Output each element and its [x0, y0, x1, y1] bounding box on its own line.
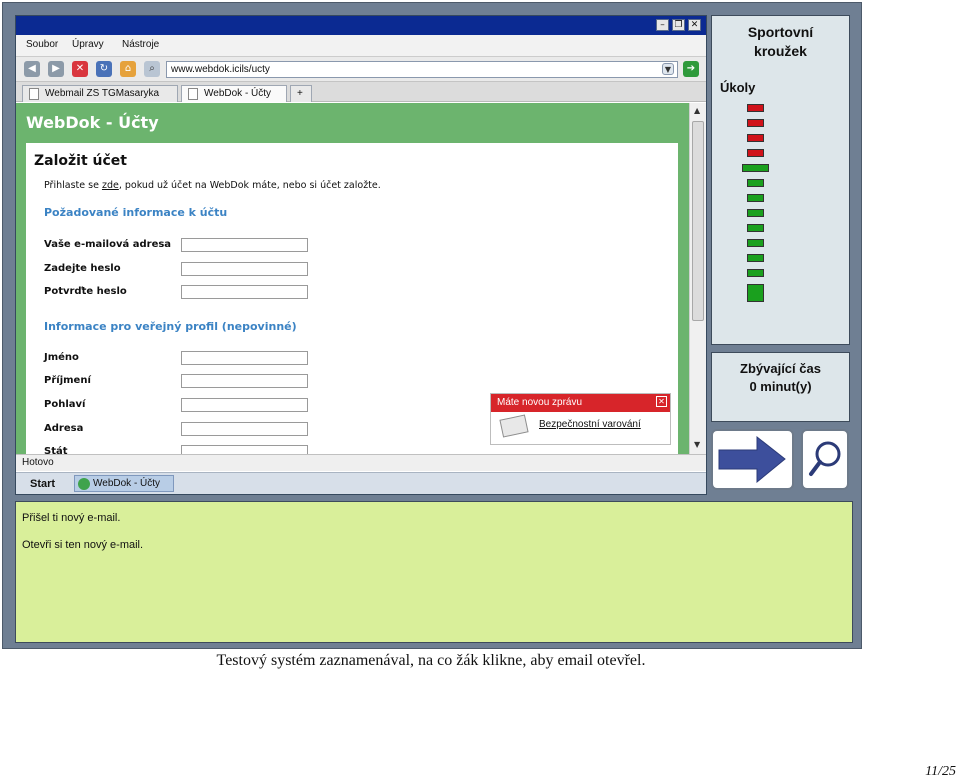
activity-title-line2: kroužek — [754, 43, 807, 59]
login-intro: Přihlaste se zde, pokud už účet na WebDo… — [44, 180, 381, 191]
country-field[interactable] — [181, 445, 308, 454]
magnifier-icon — [809, 441, 841, 476]
task-marker — [747, 104, 764, 112]
task-marker — [747, 224, 764, 232]
chevron-down-icon[interactable]: ▼ — [662, 63, 674, 75]
section-optional: Informace pro veřejný profil (nepovinné) — [44, 320, 297, 333]
tab-bar: Webmail ZS TGMasaryka WebDok - Účty + — [16, 82, 706, 102]
taskbar-item-label: WebDok - Účty — [93, 478, 161, 489]
last-name-label: Příjmení — [44, 375, 91, 386]
document-icon — [29, 88, 39, 100]
tab-label: Webmail ZS TGMasaryka — [45, 88, 160, 99]
navigation-bar: ◀ ▶ ✕ ↻ ⌂ ⌕ www.webdok.icils/ucty ▼ ➔ — [16, 57, 706, 82]
menu-nastroje[interactable]: Nástroje — [122, 39, 159, 50]
task-marker — [742, 164, 769, 172]
popup-title-text: Máte novou zprávu — [497, 397, 583, 408]
stop-icon[interactable]: ✕ — [72, 61, 88, 77]
title-bar: – ❐ ✕ — [16, 16, 706, 35]
password-confirm-field[interactable] — [181, 285, 308, 299]
next-button[interactable] — [711, 429, 794, 490]
minimize-icon[interactable]: – — [656, 19, 669, 31]
time-label: Zbývající čas — [740, 361, 821, 376]
tasks-panel: Sportovní kroužek Úkoly — [711, 15, 850, 345]
tab-label: WebDok - Účty — [204, 88, 272, 99]
search-icon[interactable]: ⌕ — [144, 61, 160, 77]
envelope-icon — [499, 414, 529, 438]
scroll-thumb[interactable] — [692, 121, 704, 321]
taskbar-item-webdok[interactable]: WebDok - Účty — [74, 475, 174, 492]
new-tab-button[interactable]: + — [290, 85, 312, 102]
task-marker — [747, 194, 764, 202]
status-bar: Hotovo — [16, 454, 706, 471]
email-field[interactable] — [181, 238, 308, 252]
password-label: Zadejte heslo — [44, 263, 121, 274]
instruction-box: Přišel ti nový e-mail. Otevři si ten nov… — [15, 501, 853, 643]
section-required: Požadované informace k účtu — [44, 206, 228, 219]
task-marker — [747, 284, 764, 302]
last-name-field[interactable] — [181, 374, 308, 388]
time-value: 0 minut(y) — [749, 379, 812, 394]
tasks-label: Úkoly — [720, 80, 756, 95]
forward-icon[interactable]: ▶ — [48, 61, 64, 77]
home-icon[interactable]: ⌂ — [120, 61, 136, 77]
gender-label: Pohlaví — [44, 399, 86, 410]
arrow-right-icon — [718, 435, 786, 484]
task-marker — [747, 149, 764, 157]
tab-webmail[interactable]: Webmail ZS TGMasaryka — [22, 85, 178, 102]
security-warning-link[interactable]: Bezpečnostní varování — [539, 419, 641, 430]
page-title: WebDok - Účty — [26, 113, 159, 132]
first-name-label: Jméno — [44, 352, 79, 363]
page-number: 11/25 — [925, 764, 956, 779]
intro-text: , pokud už účet na WebDok máte, nebo si … — [118, 180, 381, 191]
restore-icon[interactable]: ❐ — [672, 19, 685, 31]
menu-bar: Soubor Úpravy Nástroje — [16, 35, 706, 57]
activity-title-line1: Sportovní — [747, 24, 814, 40]
document-icon — [188, 88, 198, 100]
slide-caption: Testový systém zaznamenával, na co žák k… — [216, 652, 646, 669]
taskbar: Start WebDok - Účty — [16, 472, 706, 494]
address-label: Adresa — [44, 423, 84, 434]
first-name-field[interactable] — [181, 351, 308, 365]
new-message-popup[interactable]: Máte novou zprávu ✕ Bezpečnostní varován… — [490, 393, 671, 445]
test-frame: – ❐ ✕ Soubor Úpravy Nástroje ◀ ▶ ✕ ↻ ⌂ ⌕… — [2, 2, 862, 649]
scroll-up-icon[interactable]: ▲ — [694, 106, 700, 115]
menu-soubor[interactable]: Soubor — [26, 39, 58, 50]
browser-icon — [78, 478, 90, 490]
login-link[interactable]: zde — [102, 180, 119, 191]
message-line: Přišel ti nový e-mail. — [22, 512, 121, 524]
email-label: Vaše e-mailová adresa — [44, 239, 172, 250]
scroll-down-icon[interactable]: ▼ — [694, 440, 700, 449]
task-marker — [747, 179, 764, 187]
go-icon[interactable]: ➔ — [683, 61, 699, 77]
address-field[interactable] — [181, 422, 308, 436]
gender-field[interactable] — [181, 398, 308, 412]
task-marker — [747, 209, 764, 217]
country-label: Stát — [44, 446, 68, 454]
scrollbar[interactable]: ▲ ▼ — [689, 103, 706, 454]
time-panel: Zbývající čas 0 minut(y) — [711, 352, 850, 422]
back-icon[interactable]: ◀ — [24, 61, 40, 77]
close-icon[interactable]: ✕ — [656, 396, 667, 407]
intro-text: Přihlaste se — [44, 180, 102, 191]
form-title: Založit účet — [34, 153, 127, 169]
popup-title: Máte novou zprávu ✕ — [491, 394, 670, 412]
message-line: Otevři si ten nový e-mail. — [22, 539, 144, 551]
task-marker — [747, 254, 764, 262]
task-marker — [747, 239, 764, 247]
close-icon[interactable]: ✕ — [688, 19, 701, 31]
task-marker — [747, 119, 764, 127]
refresh-icon[interactable]: ↻ — [96, 61, 112, 77]
task-marker — [747, 269, 764, 277]
start-button[interactable]: Start — [30, 478, 55, 490]
password-field[interactable] — [181, 262, 308, 276]
password-confirm-label: Potvrďte heslo — [44, 286, 127, 297]
magnify-button[interactable] — [801, 429, 849, 490]
task-marker — [747, 134, 764, 142]
tab-webdok[interactable]: WebDok - Účty — [181, 85, 287, 102]
address-bar[interactable]: www.webdok.icils/ucty — [166, 61, 678, 78]
menu-upravy[interactable]: Úpravy — [72, 39, 104, 50]
